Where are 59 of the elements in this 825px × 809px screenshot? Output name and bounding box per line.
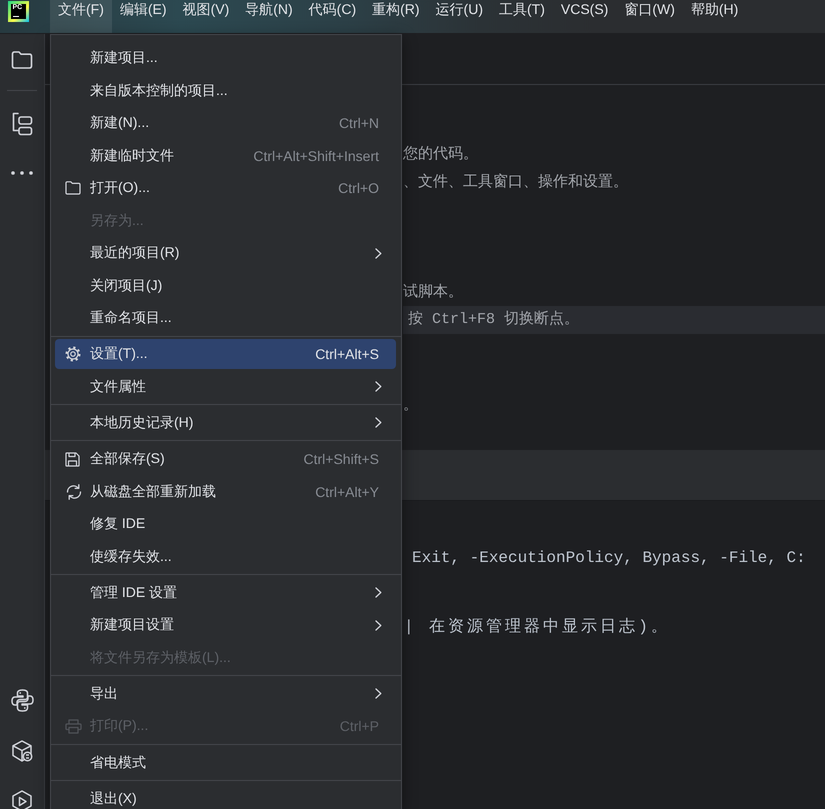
menu-bar-item[interactable]: 运行(U) [428,0,491,33]
menu-bar-item[interactable]: 视图(V) [174,0,238,33]
printer-icon [65,718,82,734]
chevron-right-icon [375,587,382,598]
menu-item[interactable]: 省电模式 [55,748,396,778]
menu-item[interactable]: 退出(X) [55,784,396,809]
shortcut-text: Ctrl+N [338,115,379,131]
menu-bar-item[interactable]: 文件(F) [50,0,112,33]
shortcut-text: Ctrl+Alt+Y [315,484,379,500]
hexagon-play-icon[interactable] [11,790,33,809]
shortcut-text: Ctrl+O [338,180,379,196]
refresh-icon [65,484,83,500]
menu-item[interactable]: 重命名项目... [55,303,396,333]
chevron-right-icon [375,248,382,258]
menu-item[interactable]: 本地历史记录(H) [55,408,396,438]
shortcut-text: Ctrl+Shift+S [304,451,379,468]
menu-item[interactable]: 新建项目... [55,43,396,73]
menu-bar-item[interactable]: 导航(N) [237,0,301,33]
folder-icon [65,181,81,195]
menu-item[interactable]: 使缓存失效... [55,542,396,572]
editor-line: 您的代码。 [403,144,479,165]
console-text: Exit, -ExecutionPolicy, Bypass, -File, C: [412,549,806,567]
tree-structure-icon[interactable] [11,112,33,136]
cube-icon[interactable] [11,740,33,762]
menu-item[interactable]: 打开(O)... Ctrl+O [55,173,396,203]
menu-item[interactable]: 修复 IDE [55,509,396,540]
editor-line: 试脚本。 [403,282,464,302]
menu-item[interactable]: 新建(N)... Ctrl+N [55,108,396,138]
menu-item[interactable]: 文件属性 [55,372,396,402]
console-text: | 在资源管理器中显示日志)。 [404,618,670,636]
editor-line: 。 [403,396,419,416]
gear-icon [65,346,81,362]
menu-item[interactable]: 来自版本控制的项目... [55,76,396,106]
folder-icon[interactable] [11,51,33,69]
shortcut-text: Ctrl+Alt+Shift+Insert [253,148,379,164]
menu-item[interactable]: 新建项目设置 [55,610,396,640]
menu-item[interactable]: 从磁盘全部重新加载 Ctrl+Alt+Y [55,476,396,507]
menu-item[interactable]: 关闭项目(J) [55,270,396,300]
menu-bar-item[interactable]: 窗口(W) [616,0,683,33]
interlocked-snakes-icon[interactable] [10,689,34,712]
menu-item[interactable]: 导出 [55,678,396,709]
more-icon[interactable] [11,171,33,175]
menu-bar-item[interactable]: 工具(T) [490,0,553,33]
chevron-right-icon [375,381,382,392]
chevron-right-icon [375,688,382,700]
menu-bar-item[interactable]: 编辑(E) [112,0,175,33]
menu-item[interactable]: 设置(T)... Ctrl+Alt+S [55,339,396,370]
menu-item[interactable]: 全部保存(S) Ctrl+Shift+S [55,444,396,474]
menu-item[interactable]: 管理 IDE 设置 [55,578,396,608]
shortcut-text: Ctrl+Alt+S [315,346,379,362]
chevron-right-icon [375,417,382,428]
menu-item[interactable]: 新建临时文件 Ctrl+Alt+Shift+Insert [55,140,396,170]
menu-bar-item[interactable]: VCS(S) [552,0,616,33]
editor-line: 、文件、工具窗口、操作和设置。 [403,172,629,192]
menu-bar-item[interactable]: 重构(R) [364,0,428,33]
chevron-right-icon [375,620,382,631]
menu-bar-item[interactable]: 代码(C) [300,0,364,33]
menu-item[interactable]: 最近的项目(R) [55,238,396,268]
menu-bar-item[interactable]: 帮助(H) [682,0,746,33]
